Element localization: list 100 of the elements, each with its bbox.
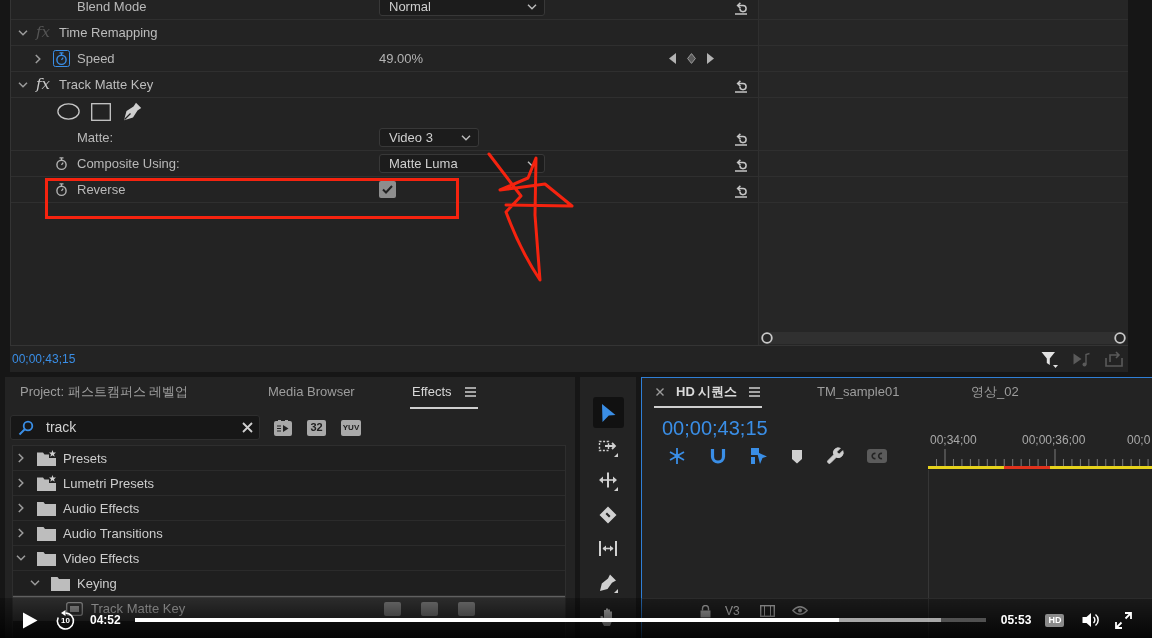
linked-selection-icon[interactable] (750, 447, 768, 465)
sequence-tab[interactable]: 영상_02 (971, 378, 1019, 408)
checkbox[interactable] (379, 181, 396, 198)
effect-name: Track Matte Key (91, 603, 186, 614)
selection-tool[interactable] (592, 397, 624, 428)
property-label: Reverse (77, 180, 126, 199)
stopwatch-icon[interactable] (53, 155, 70, 172)
scroll-handle-icon[interactable] (761, 332, 773, 344)
tree-item[interactable]: Presets (13, 446, 565, 471)
dropdown-caret-icon (527, 3, 537, 10)
property-label: Composite Using: (77, 154, 180, 173)
stopwatch-icon[interactable] (53, 50, 70, 67)
time-label: 00;00;36;00 (1022, 433, 1086, 447)
folder-icon (37, 550, 56, 566)
clear-icon[interactable] (242, 422, 253, 433)
rewind-arrow-icon (55, 609, 76, 631)
folder-name: Lumetri Presets (63, 477, 155, 489)
close-icon[interactable] (656, 388, 664, 396)
property-label: Matte: (77, 128, 114, 147)
previous-keyframe-icon[interactable] (669, 53, 676, 64)
timecode[interactable]: 00;00;43;15 (662, 416, 928, 440)
folder-name: Video Effects (63, 552, 140, 564)
chevron-right-icon[interactable] (18, 453, 24, 463)
chevron-right-icon[interactable] (35, 53, 41, 64)
ellipse-mask-icon[interactable] (57, 103, 80, 120)
marker-icon[interactable] (791, 448, 803, 464)
search-field[interactable]: track (10, 415, 260, 440)
scroll-handle-icon[interactable] (1114, 332, 1126, 344)
ripple-edit-tool-icon (598, 470, 618, 491)
stopwatch-icon[interactable] (53, 181, 70, 198)
track-label: V3 (725, 605, 740, 618)
add-keyframe-icon[interactable] (687, 53, 696, 64)
menu-icon[interactable] (749, 387, 761, 397)
eye-icon[interactable] (791, 605, 808, 616)
dropdown[interactable]: Normal (379, 0, 545, 16)
effect-name: Time Remapping (59, 23, 158, 42)
checkmark-icon (382, 185, 393, 194)
star-folder-icon (37, 475, 56, 491)
chevron-down-icon[interactable] (16, 555, 26, 561)
chevron-down-icon[interactable] (30, 580, 40, 586)
sequence-tab[interactable]: TM_sample01 (817, 378, 900, 408)
search-icon (18, 419, 34, 436)
wrench-icon[interactable] (826, 447, 844, 465)
star-folder-icon (37, 450, 56, 466)
folder-name: Audio Transitions (63, 527, 163, 539)
property-label: Speed (77, 49, 115, 68)
volume-icon[interactable] (1082, 612, 1101, 628)
play-icon[interactable] (22, 611, 38, 629)
reset-icon[interactable] (733, 0, 749, 15)
yuv-filter-button[interactable]: YUV (341, 419, 361, 436)
pen-tool-icon (598, 572, 618, 593)
tree-item[interactable]: Video Effects (13, 546, 565, 571)
zoom-scrollbar[interactable] (761, 332, 1126, 344)
panel-tab[interactable]: Media Browser (268, 377, 355, 409)
chevron-right-icon[interactable] (18, 503, 24, 513)
rectangle-mask-icon[interactable] (91, 102, 111, 121)
next-keyframe-icon[interactable] (707, 53, 714, 64)
nest-sequence-icon[interactable] (668, 447, 686, 465)
property-label: Blend Mode (77, 0, 147, 16)
tree-item[interactable]: Lumetri Presets (13, 471, 565, 496)
rewind-button[interactable]: 10 (55, 609, 76, 631)
dropdown[interactable]: Matte Luma (379, 154, 545, 173)
dropdown[interactable]: Video 3 (379, 128, 479, 147)
property-value[interactable]: 49.00% (379, 48, 424, 69)
accelerated-badge-icon (384, 601, 401, 616)
folder-name: Audio Effects (63, 502, 140, 514)
folder-name: Keying (77, 577, 117, 589)
tree-item[interactable]: Audio Transitions (13, 521, 565, 546)
fullscreen-icon[interactable] (1115, 611, 1133, 629)
sequence-tab[interactable]: HD 시퀀스 (654, 378, 763, 408)
menu-icon[interactable] (464, 387, 476, 397)
razor-tool-icon (598, 504, 618, 525)
folder-name: Presets (63, 452, 108, 464)
folder-icon (37, 500, 56, 516)
slip-tool-icon (598, 538, 618, 559)
magnet-icon[interactable] (709, 447, 727, 465)
bit-depth-badge-icon (421, 601, 438, 616)
folder-icon (37, 525, 56, 541)
filter-icon[interactable] (1041, 350, 1058, 368)
folder-icon (51, 575, 70, 591)
effect-name: Track Matte Key (59, 75, 154, 94)
film-icon[interactable] (759, 605, 775, 617)
panel-tab[interactable]: Effects (410, 377, 478, 409)
chevron-down-icon[interactable] (18, 81, 28, 88)
effect-toggle[interactable]: fx (36, 77, 50, 92)
time-label: 00;0 (1127, 433, 1151, 447)
tree-item[interactable]: Audio Effects (13, 496, 565, 521)
chevron-right-icon[interactable] (18, 528, 24, 538)
pen-mask-icon[interactable] (123, 102, 142, 121)
time-label: 00;34;00 (930, 433, 977, 447)
accelerated-effects-icon[interactable] (274, 419, 292, 436)
timecode[interactable]: 00;00;43;15 (12, 350, 76, 368)
yuv-badge-icon (458, 601, 475, 616)
chevron-right-icon[interactable] (18, 478, 24, 488)
effect-icon (66, 601, 83, 616)
bit-depth-filter-button[interactable]: 32 (307, 419, 326, 436)
duration-time: 05:53 (1000, 614, 1032, 626)
chevron-down-icon[interactable] (18, 29, 28, 36)
lock-icon[interactable] (700, 605, 711, 618)
panel-tab[interactable]: Project: 패스트캠퍼스 레벨업 (20, 377, 189, 409)
